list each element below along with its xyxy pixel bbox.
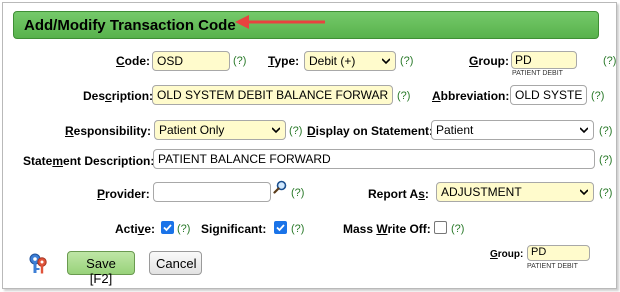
group-bottom-input[interactable]: PD	[527, 245, 590, 261]
group-input[interactable]: PD	[511, 51, 577, 69]
report-as-label: Report As:	[368, 187, 429, 201]
display-on-statement-help[interactable]: (?)	[599, 125, 612, 137]
display-on-statement-select[interactable]: Patient	[431, 120, 594, 140]
statement-description-label: Statement Description:	[23, 154, 155, 168]
description-help[interactable]: (?)	[397, 90, 410, 102]
group-bottom-label: Group:	[490, 249, 524, 260]
keys-icon[interactable]	[27, 252, 49, 276]
transaction-code-panel: Add/Modify Transaction Code Code: OSD (?…	[2, 2, 617, 289]
type-help[interactable]: (?)	[400, 55, 413, 67]
chevron-down-icon	[580, 127, 588, 134]
abbreviation-input[interactable]: OLD SYSTE	[510, 85, 587, 105]
report-as-select[interactable]: ADJUSTMENT	[436, 182, 594, 202]
abbreviation-label: Abbreviation:	[432, 89, 510, 103]
report-as-help[interactable]: (?)	[599, 187, 612, 199]
display-on-statement-label: Display on Statement:	[307, 124, 434, 138]
type-select[interactable]: Debit (+)	[304, 51, 396, 71]
active-help[interactable]: (?)	[177, 223, 190, 235]
mass-write-off-help[interactable]: (?)	[451, 223, 464, 235]
provider-help[interactable]: (?)	[291, 187, 304, 199]
group-help[interactable]: (?)	[603, 55, 616, 67]
chevron-down-icon	[580, 189, 588, 196]
group-description: PATIENT DEBIT	[512, 70, 563, 77]
save-button[interactable]: Save [F2]	[67, 251, 135, 286]
arrow-left-icon	[235, 15, 325, 29]
type-label: Type:	[268, 54, 300, 68]
mass-write-off-label: Mass Write Off:	[343, 222, 431, 236]
checkmark-icon	[163, 224, 172, 232]
group-bottom-description: PATIENT DEBIT	[527, 263, 578, 270]
code-help[interactable]: (?)	[233, 55, 246, 67]
search-icon[interactable]	[273, 180, 287, 194]
responsibility-help[interactable]: (?)	[289, 125, 302, 137]
description-label: Description:	[83, 89, 154, 103]
page-title: Add/Modify Transaction Code	[24, 17, 236, 34]
checkmark-icon	[276, 224, 285, 232]
report-as-select-value: ADJUSTMENT	[441, 185, 522, 199]
statement-description-help[interactable]: (?)	[599, 154, 612, 166]
cancel-button[interactable]: Cancel	[149, 251, 202, 275]
significant-checkbox[interactable]	[274, 221, 287, 234]
significant-help[interactable]: (?)	[291, 223, 304, 235]
type-select-value: Debit (+)	[309, 54, 356, 68]
significant-label: Significant:	[201, 222, 267, 236]
mass-write-off-checkbox[interactable]	[434, 221, 447, 234]
chevron-down-icon	[382, 58, 390, 65]
description-input[interactable]: OLD SYSTEM DEBIT BALANCE FORWAR	[152, 85, 393, 105]
responsibility-select[interactable]: Patient Only	[154, 120, 286, 140]
active-label: Active:	[115, 222, 156, 236]
chevron-down-icon	[272, 127, 280, 134]
responsibility-select-value: Patient Only	[159, 123, 225, 137]
code-input[interactable]: OSD	[152, 51, 230, 71]
active-checkbox[interactable]	[161, 221, 174, 234]
display-on-statement-select-value: Patient	[436, 123, 474, 137]
provider-input[interactable]	[153, 182, 271, 202]
abbreviation-help[interactable]: (?)	[591, 90, 604, 102]
code-label: Code:	[116, 54, 151, 68]
group-label: Group:	[469, 54, 509, 68]
statement-description-input[interactable]: PATIENT BALANCE FORWARD	[153, 149, 595, 169]
provider-label: Provider:	[97, 187, 150, 201]
responsibility-label: Responsibility:	[65, 124, 152, 138]
